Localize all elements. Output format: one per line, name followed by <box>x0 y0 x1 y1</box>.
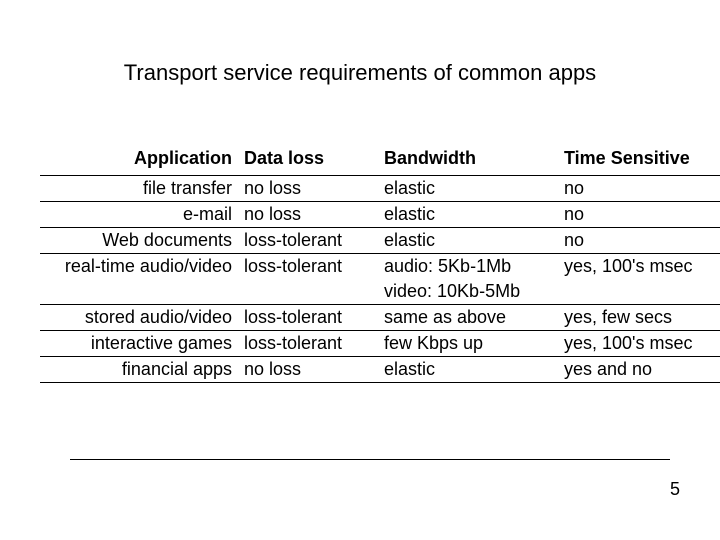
table-cell: file transfer <box>40 176 240 202</box>
table-cell <box>560 279 720 305</box>
table-cell: no <box>560 202 720 228</box>
table-cell: video: 10Kb-5Mb <box>380 279 560 305</box>
table-cell: elastic <box>380 176 560 202</box>
requirements-table: Application Data loss Bandwidth Time Sen… <box>40 146 690 383</box>
col-header-time-sensitive: Time Sensitive <box>560 146 720 176</box>
col-header-bandwidth: Bandwidth <box>380 146 560 176</box>
table-cell: no <box>560 176 720 202</box>
table-cell: yes, 100's msec <box>560 254 720 279</box>
table-cell: audio: 5Kb-1Mb <box>380 254 560 279</box>
table-cell: no loss <box>240 357 380 383</box>
table-cell: real-time audio/video <box>40 254 240 279</box>
table-cell: yes, 100's msec <box>560 331 720 357</box>
table-cell: yes and no <box>560 357 720 383</box>
table-cell: no loss <box>240 202 380 228</box>
table-cell: no <box>560 228 720 254</box>
col-header-data-loss: Data loss <box>240 146 380 176</box>
table-cell: few Kbps up <box>380 331 560 357</box>
table-cell: elastic <box>380 357 560 383</box>
table-cell: elastic <box>380 202 560 228</box>
table-cell: loss-tolerant <box>240 254 380 279</box>
table-cell: stored audio/video <box>40 305 240 331</box>
table-cell: elastic <box>380 228 560 254</box>
table-cell: no loss <box>240 176 380 202</box>
table-cell: financial apps <box>40 357 240 383</box>
table-cell: interactive games <box>40 331 240 357</box>
table-cell: loss-tolerant <box>240 228 380 254</box>
table-cell <box>40 279 240 305</box>
page-number: 5 <box>670 479 680 500</box>
footer-divider <box>70 459 670 460</box>
table-cell: same as above <box>380 305 560 331</box>
slide: Transport service requirements of common… <box>0 0 720 540</box>
table-cell: loss-tolerant <box>240 305 380 331</box>
table-cell: e-mail <box>40 202 240 228</box>
page-title: Transport service requirements of common… <box>30 60 690 86</box>
table-cell: yes, few secs <box>560 305 720 331</box>
table-cell: Web documents <box>40 228 240 254</box>
col-header-application: Application <box>40 146 240 176</box>
table-cell: loss-tolerant <box>240 331 380 357</box>
table-cell <box>240 279 380 305</box>
